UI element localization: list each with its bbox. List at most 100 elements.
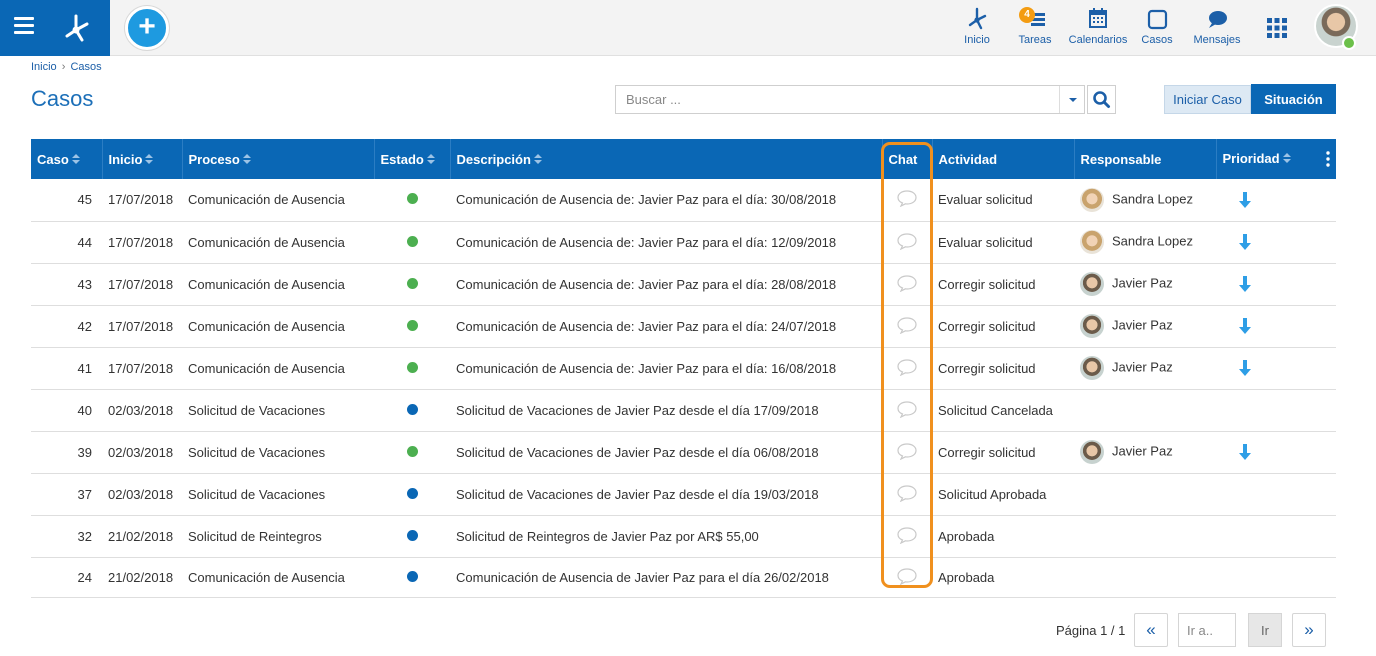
logo-icon[interactable] [56, 8, 96, 48]
first-page-button[interactable]: « [1134, 613, 1168, 647]
cell-actividad: Corregir solicitud [932, 305, 1074, 348]
nav-label-inicio: Inicio [964, 34, 990, 46]
col-header-estado[interactable]: Estado [374, 139, 451, 179]
col-label: Proceso [188, 151, 240, 167]
cell-actividad: Aprobada [932, 557, 1074, 598]
cell-prioridad [1216, 221, 1336, 264]
nav-casos[interactable]: Casos [1140, 6, 1174, 52]
situation-button[interactable]: Situación [1251, 84, 1336, 114]
cell-actividad: Solicitud Cancelada [932, 389, 1074, 432]
col-label: Responsable [1080, 151, 1162, 167]
cell-caso: 43 [31, 263, 102, 306]
cases-table: Caso Inicio Proceso Estado Descripción C… [31, 139, 1336, 598]
col-label: Descripción [456, 151, 531, 167]
breadcrumb-home[interactable]: Inicio [31, 61, 57, 73]
cell-chat[interactable] [882, 557, 932, 598]
cell-proceso: Comunicación de Ausencia [182, 557, 374, 598]
cell-proceso: Solicitud de Vacaciones [182, 389, 374, 432]
status-dot-icon [406, 235, 418, 247]
nav-calendarios[interactable]: Calendarios [1068, 6, 1128, 52]
col-header-descripcion[interactable]: Descripción [450, 139, 883, 179]
cell-responsable: Sandra Lopez [1074, 179, 1216, 222]
breadcrumb-separator: › [61, 61, 66, 73]
new-item-button[interactable]: + [125, 6, 169, 50]
chat-icon[interactable] [896, 526, 918, 544]
top-bar: + Inicio 4 Tareas Calendarios Casos Mens… [0, 0, 1376, 56]
goto-page-input[interactable] [1178, 613, 1236, 647]
cell-estado [374, 263, 450, 306]
col-label: Prioridad [1222, 151, 1280, 166]
search-button[interactable] [1087, 85, 1116, 114]
cell-chat[interactable] [882, 179, 932, 222]
cell-chat[interactable] [882, 431, 932, 474]
chat-icon[interactable] [896, 358, 918, 376]
responsible-name: Sandra Lopez [1112, 191, 1193, 207]
table-row[interactable]: 40 02/03/2018 Solicitud de Vacaciones Solic… [31, 389, 1336, 432]
cell-actividad: Evaluar solicitud [932, 221, 1074, 264]
table-row[interactable]: 43 17/07/2018 Comunicación de Ausencia Comu… [31, 263, 1336, 306]
caret-down-icon [1069, 98, 1077, 102]
chat-icon[interactable] [896, 232, 918, 250]
cell-chat[interactable] [882, 263, 932, 306]
col-label: Actividad [938, 151, 998, 167]
nav-tareas[interactable]: 4 Tareas [1015, 6, 1055, 52]
cell-estado [374, 221, 450, 264]
col-header-prioridad[interactable]: Prioridad [1216, 139, 1336, 179]
cell-inicio: 21/02/2018 [102, 515, 182, 558]
cell-chat[interactable] [882, 347, 932, 390]
cell-descripcion: Comunicación de Ausencia de: Javier Paz … [450, 263, 882, 306]
sort-icon [1282, 153, 1291, 163]
search-input[interactable] [615, 85, 1085, 114]
cell-proceso: Comunicación de Ausencia [182, 263, 374, 306]
chat-icon[interactable] [896, 316, 918, 334]
search-icon [1093, 91, 1110, 108]
cell-estado [374, 389, 450, 432]
cell-chat[interactable] [882, 389, 932, 432]
status-dot-icon [406, 277, 418, 289]
col-header-proceso[interactable]: Proceso [182, 139, 375, 179]
col-header-inicio[interactable]: Inicio [102, 139, 183, 179]
cell-prioridad [1216, 389, 1336, 432]
nav-inicio[interactable]: Inicio [962, 6, 992, 52]
table-row[interactable]: 37 02/03/2018 Solicitud de Vacaciones Solic… [31, 473, 1336, 516]
status-dot-icon [406, 570, 418, 582]
responsible-name: Javier Paz [1112, 359, 1173, 375]
nav-mensajes[interactable]: Mensajes [1192, 6, 1242, 52]
start-case-button[interactable]: Iniciar Caso [1164, 85, 1251, 114]
goto-page-button[interactable]: Ir [1248, 613, 1282, 647]
cell-chat[interactable] [882, 473, 932, 516]
last-page-button[interactable]: » [1292, 613, 1326, 647]
table-row[interactable]: 24 21/02/2018 Comunicación de Ausencia Comu… [31, 557, 1336, 598]
cell-inicio: 17/07/2018 [102, 179, 182, 222]
breadcrumb: Inicio › Casos [31, 61, 102, 73]
chat-icon[interactable] [896, 567, 918, 585]
table-row[interactable]: 41 17/07/2018 Comunicación de Ausencia Comu… [31, 347, 1336, 390]
cell-responsable [1074, 389, 1216, 432]
search-options-dropdown[interactable] [1059, 86, 1085, 113]
chat-icon[interactable] [896, 442, 918, 460]
chat-icon[interactable] [896, 484, 918, 502]
column-menu-icon[interactable] [1326, 151, 1330, 167]
cell-chat[interactable] [882, 221, 932, 264]
table-row[interactable]: 44 17/07/2018 Comunicación de Ausencia Comu… [31, 221, 1336, 264]
cell-chat[interactable] [882, 305, 932, 348]
cell-descripcion: Comunicación de Ausencia de Javier Paz p… [450, 557, 882, 598]
apps-grid-icon[interactable] [1265, 16, 1289, 40]
table-row[interactable]: 45 17/07/2018 Comunicación de Ausencia Comu… [31, 179, 1336, 222]
responsible-avatar [1080, 272, 1104, 296]
chat-icon[interactable] [896, 189, 918, 208]
cell-proceso: Solicitud de Vacaciones [182, 473, 374, 516]
chat-icon[interactable] [896, 400, 918, 418]
cell-caso: 44 [31, 221, 102, 264]
table-row[interactable]: 42 17/07/2018 Comunicación de Ausencia Comu… [31, 305, 1336, 348]
hamburger-menu-icon[interactable] [14, 17, 34, 37]
table-row[interactable]: 39 02/03/2018 Solicitud de Vacaciones Solic… [31, 431, 1336, 474]
cell-descripcion: Comunicación de Ausencia de: Javier Paz … [450, 347, 882, 390]
priority-low-icon [1239, 234, 1251, 250]
col-header-caso[interactable]: Caso [31, 139, 103, 179]
table-row[interactable]: 32 21/02/2018 Solicitud de Reintegros Solic… [31, 515, 1336, 558]
cell-estado [374, 515, 450, 558]
cell-chat[interactable] [882, 515, 932, 558]
chat-icon[interactable] [896, 274, 918, 292]
cell-responsable: Javier Paz [1074, 263, 1216, 306]
